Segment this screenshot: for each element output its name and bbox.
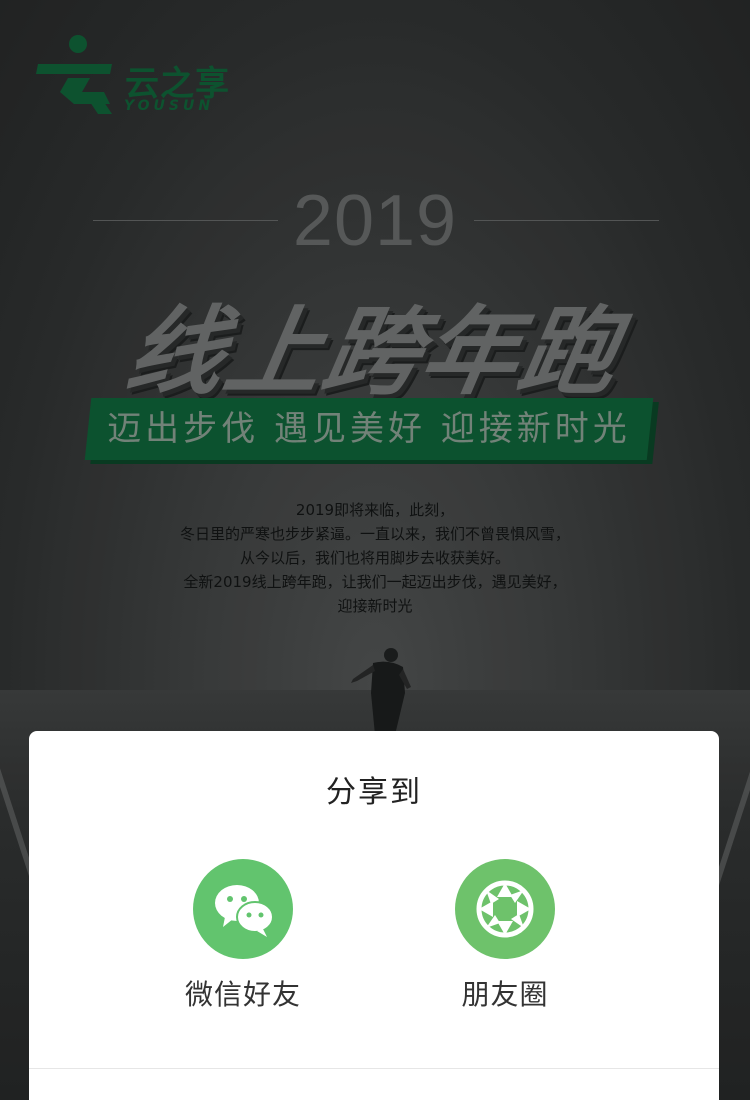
share-sheet-title: 分享到 <box>326 775 422 810</box>
sheet-divider <box>29 1068 719 1069</box>
share-moments-button[interactable]: 朋友圈 <box>405 859 605 1019</box>
campaign-page: 云之享 YOUSUN 2019 线上跨年跑 迈出步伐 遇见美好 迎接新时光 20… <box>0 0 750 1100</box>
wechat-icon <box>193 859 293 959</box>
share-wechat-label: 微信好友 <box>184 978 301 1011</box>
share-wechat-friends-button[interactable]: 微信好友 <box>143 859 343 1019</box>
share-moments-label: 朋友圈 <box>461 978 549 1011</box>
moments-camera-icon <box>455 859 555 959</box>
share-sheet: 分享到 微信好友 朋友圈 <box>29 731 719 1100</box>
